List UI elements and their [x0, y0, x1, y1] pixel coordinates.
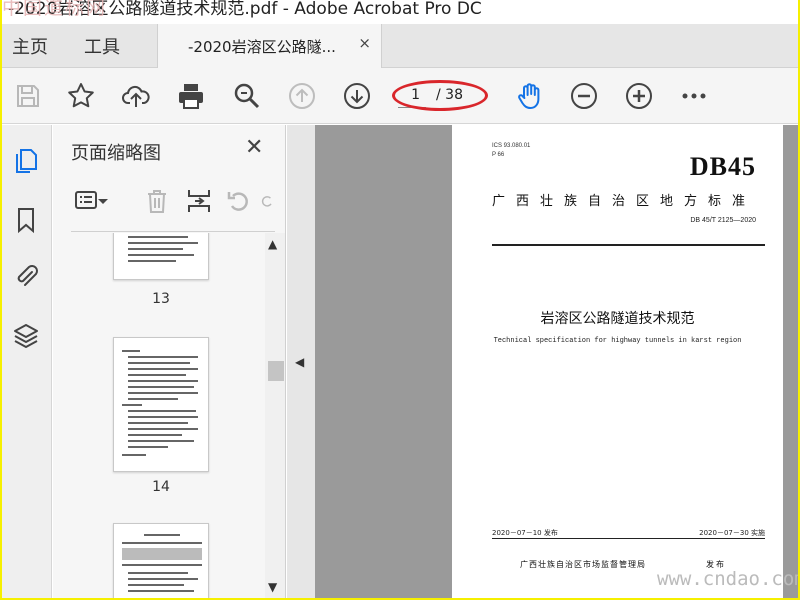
title-chinese: 岩溶区公路隧道技术规范	[540, 311, 695, 327]
panel-title: 页面缩略图	[71, 143, 161, 164]
scroll-down-icon[interactable]: ▼	[268, 580, 277, 594]
zoom-in-icon[interactable]	[623, 80, 655, 112]
options-dropdown-icon[interactable]	[95, 185, 111, 217]
tab-tools[interactable]: 工具	[84, 33, 120, 59]
layers-icon[interactable]	[8, 318, 44, 354]
thumbnails-panel: 页面缩略图 ✕ 13 14 ▲ ▼	[53, 125, 286, 598]
tab-document[interactable]: -2020岩溶区公路隧... ×	[157, 24, 382, 68]
attachments-icon[interactable]	[8, 258, 44, 294]
rotate-cw-icon[interactable]	[259, 185, 275, 217]
print-icon[interactable]	[175, 80, 207, 112]
panel-divider	[71, 231, 275, 232]
more-options-icon[interactable]	[678, 80, 710, 112]
thumbnail-page[interactable]	[113, 233, 209, 280]
tab-document-label: -2020岩溶区公路隧...	[188, 38, 336, 56]
db-mark: DB45	[689, 152, 756, 181]
save-icon[interactable]	[12, 80, 44, 112]
delete-page-icon[interactable]	[141, 185, 173, 217]
next-page-icon[interactable]	[341, 80, 373, 112]
upload-cloud-icon[interactable]	[120, 80, 152, 112]
bookmark-star-icon[interactable]	[65, 80, 97, 112]
watermark-logo: 中国道标网	[2, 0, 108, 19]
insert-page-icon[interactable]	[183, 185, 215, 217]
rotate-ccw-icon[interactable]	[223, 185, 255, 217]
document-view: ICS 93.080.01 P 66 DB45 广西壮族自治区地方标准 DB 4…	[315, 125, 798, 598]
issue-date: 2020－07－10 发布	[492, 529, 558, 537]
title-bar: -2020岩溶区公路隧道技术规范.pdf - Adobe Acrobat Pro…	[2, 0, 798, 24]
scroll-thumb[interactable]	[268, 361, 284, 381]
panel-toolbar	[71, 181, 281, 225]
prev-page-icon[interactable]	[286, 80, 318, 112]
footer-rule	[492, 538, 765, 539]
zoom-out-icon[interactable]	[568, 80, 600, 112]
tab-close-icon[interactable]: ×	[358, 34, 371, 52]
scroll-up-icon[interactable]: ▲	[268, 237, 277, 251]
hand-tool-icon[interactable]	[514, 80, 546, 112]
thumbnail-label: 13	[152, 291, 170, 307]
bookmarks-icon[interactable]	[8, 202, 44, 238]
panel-scrollbar[interactable]: ▲ ▼	[265, 233, 285, 598]
acrobat-window: -2020岩溶区公路隧道技术规范.pdf - Adobe Acrobat Pro…	[2, 0, 798, 598]
publisher: 广西壮族自治区市场监督管理局	[520, 560, 646, 569]
title-english: Technical specification for highway tunn…	[493, 337, 742, 345]
thumbnail-page[interactable]	[113, 523, 209, 598]
pdf-page: ICS 93.080.01 P 66 DB45 广西壮族自治区地方标准 DB 4…	[452, 125, 783, 598]
highlight-annotation	[392, 80, 488, 111]
navigation-rail	[2, 125, 52, 598]
tab-home[interactable]: 主页	[12, 33, 48, 59]
site-watermark: www.cndao.com	[657, 568, 798, 590]
standard-code: DB 45/T 2125—2020	[690, 217, 756, 224]
panel-close-icon[interactable]: ✕	[245, 135, 263, 160]
thumbnail-page[interactable]	[113, 337, 209, 472]
page-thumbnails-icon[interactable]	[8, 143, 44, 179]
tab-row: 主页 工具 -2020岩溶区公路隧... ×	[2, 24, 798, 68]
panel-splitter[interactable]: ◀	[287, 125, 315, 598]
standard-type: 广西壮族自治区地方标准	[492, 194, 757, 209]
collapse-panel-icon[interactable]: ◀	[295, 355, 304, 369]
header-rule	[492, 244, 765, 246]
thumbnail-list: 13 14	[53, 233, 265, 598]
zoom-search-icon[interactable]	[231, 80, 263, 112]
thumbnail-label: 14	[152, 479, 170, 495]
ics-code: ICS 93.080.01 P 66	[492, 143, 531, 158]
implementation-date: 2020－07－30 实施	[699, 529, 765, 537]
toolbar: 1 / 38	[2, 68, 798, 124]
